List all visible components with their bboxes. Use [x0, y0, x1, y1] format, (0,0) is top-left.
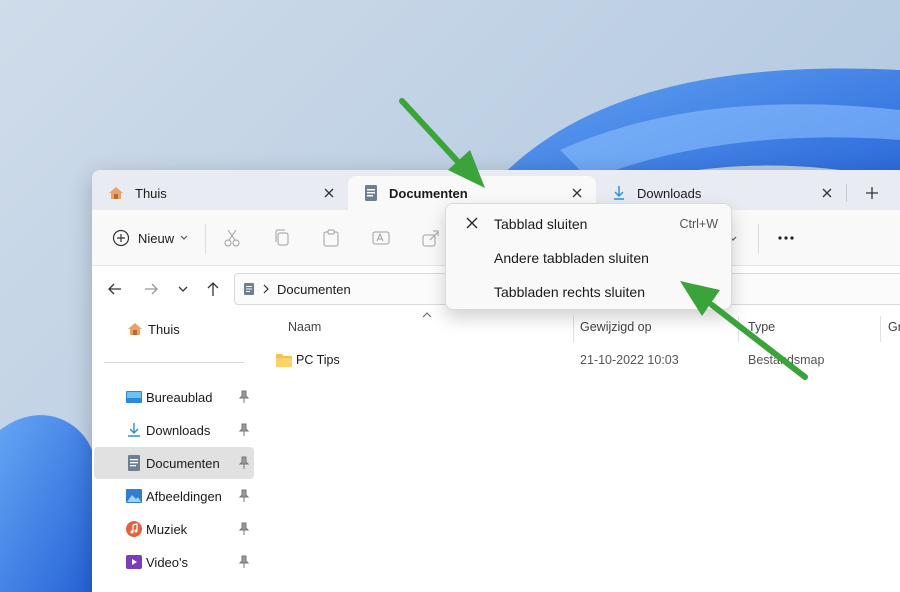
menu-item-label: Tabbladen rechts sluiten	[494, 284, 645, 300]
copy-icon[interactable]	[272, 228, 292, 248]
chevron-right-icon	[263, 284, 269, 294]
column-header-name[interactable]: Naam	[288, 320, 321, 334]
close-tab-icon[interactable]	[818, 184, 836, 202]
sidebar-item-label: Downloads	[146, 422, 211, 438]
desktop-icon	[126, 391, 142, 403]
pin-icon[interactable]	[238, 522, 250, 536]
menu-item-label: Andere tabbladen sluiten	[494, 250, 649, 266]
sort-ascending-icon	[422, 312, 432, 318]
tab-label: Documenten	[389, 185, 468, 201]
file-type: Bestandsmap	[748, 353, 825, 367]
sidebar-item-videos[interactable]: Video's	[94, 546, 254, 578]
document-icon	[128, 455, 140, 471]
toolbar-separator	[205, 224, 206, 254]
menu-item-close-tabs-right[interactable]: Tabbladen rechts sluiten	[450, 276, 728, 308]
forward-arrow-icon[interactable]	[142, 280, 160, 298]
document-icon	[365, 185, 377, 201]
sidebar-item-label: Muziek	[146, 521, 188, 537]
tab-thuis[interactable]: Thuis	[92, 176, 348, 210]
toolbar-separator	[758, 224, 759, 254]
chevron-down-icon	[180, 235, 188, 240]
sidebar-item-afbeeldingen[interactable]: Afbeeldingen	[94, 480, 254, 512]
column-divider[interactable]	[738, 316, 739, 342]
document-icon	[244, 283, 254, 295]
close-tab-icon[interactable]	[568, 184, 586, 202]
sidebar-item-thuis[interactable]: Thuis	[126, 320, 180, 338]
plus-icon	[866, 187, 878, 199]
menu-item-label: Tabblad sluiten	[494, 216, 588, 232]
column-header-modified[interactable]: Gewijzigd op	[580, 320, 652, 334]
sidebar-item-label: Bureaublad	[146, 389, 213, 405]
rename-icon[interactable]	[371, 228, 391, 248]
tab-separator	[846, 184, 847, 202]
up-arrow-icon[interactable]	[204, 280, 222, 298]
column-header-size[interactable]: Gr	[888, 320, 900, 334]
home-icon	[128, 323, 142, 335]
sidebar-item-label: Thuis	[148, 321, 180, 337]
pin-icon[interactable]	[238, 456, 250, 470]
folder-icon	[276, 354, 292, 367]
pictures-icon	[126, 489, 142, 503]
cut-icon[interactable]	[222, 228, 242, 248]
pin-icon[interactable]	[238, 423, 250, 437]
pin-icon[interactable]	[238, 555, 250, 569]
video-icon	[126, 555, 142, 569]
close-icon	[466, 217, 478, 229]
menu-item-close-other-tabs[interactable]: Andere tabbladen sluiten	[450, 242, 728, 274]
navigation-pane: Thuis Bureaublad Downloads Documenten Af…	[92, 312, 254, 592]
sidebar-item-muziek[interactable]: Muziek	[94, 513, 254, 545]
breadcrumb-item[interactable]: Documenten	[277, 282, 351, 297]
sidebar-item-documenten[interactable]: Documenten	[94, 447, 254, 479]
add-circle-icon	[112, 229, 130, 247]
download-icon	[128, 423, 140, 437]
column-divider[interactable]	[880, 316, 881, 342]
sidebar-divider	[104, 362, 244, 363]
sidebar-item-label: Video's	[146, 554, 188, 570]
column-header-type[interactable]: Type	[748, 320, 775, 334]
sidebar-item-label: Afbeeldingen	[146, 488, 222, 504]
close-tab-icon[interactable]	[320, 184, 338, 202]
table-row[interactable]: PC Tips 21-10-2022 10:03 Bestandsmap	[258, 349, 900, 373]
menu-item-shortcut: Ctrl+W	[679, 217, 718, 231]
tab-label: Thuis	[135, 185, 167, 201]
new-button-label: Nieuw	[138, 230, 175, 246]
music-icon	[126, 521, 142, 537]
menu-item-close-tab[interactable]: Tabblad sluiten Ctrl+W	[450, 208, 728, 240]
sidebar-item-label: Documenten	[146, 455, 220, 471]
sidebar-item-downloads[interactable]: Downloads	[94, 414, 254, 446]
share-icon[interactable]	[421, 228, 441, 248]
pin-icon[interactable]	[238, 390, 250, 404]
file-modified: 21-10-2022 10:03	[580, 353, 679, 367]
download-icon	[614, 186, 624, 200]
recent-chevron-icon[interactable]	[174, 280, 192, 298]
new-tab-button[interactable]	[862, 183, 882, 203]
file-name: PC Tips	[296, 353, 340, 367]
file-list: Naam Gewijzigd op Type Gr PC Tips 21-10-…	[258, 312, 900, 592]
pin-icon[interactable]	[238, 489, 250, 503]
tab-label: Downloads	[637, 185, 702, 201]
column-divider[interactable]	[573, 316, 574, 342]
tab-context-menu: Tabblad sluiten Ctrl+W Andere tabbladen …	[445, 203, 732, 310]
more-options-icon[interactable]	[776, 228, 796, 248]
sidebar-item-bureaublad[interactable]: Bureaublad	[94, 381, 254, 413]
back-arrow-icon[interactable]	[106, 280, 124, 298]
paste-icon[interactable]	[321, 228, 341, 248]
home-icon	[109, 187, 123, 199]
new-button[interactable]: Nieuw	[112, 224, 188, 252]
